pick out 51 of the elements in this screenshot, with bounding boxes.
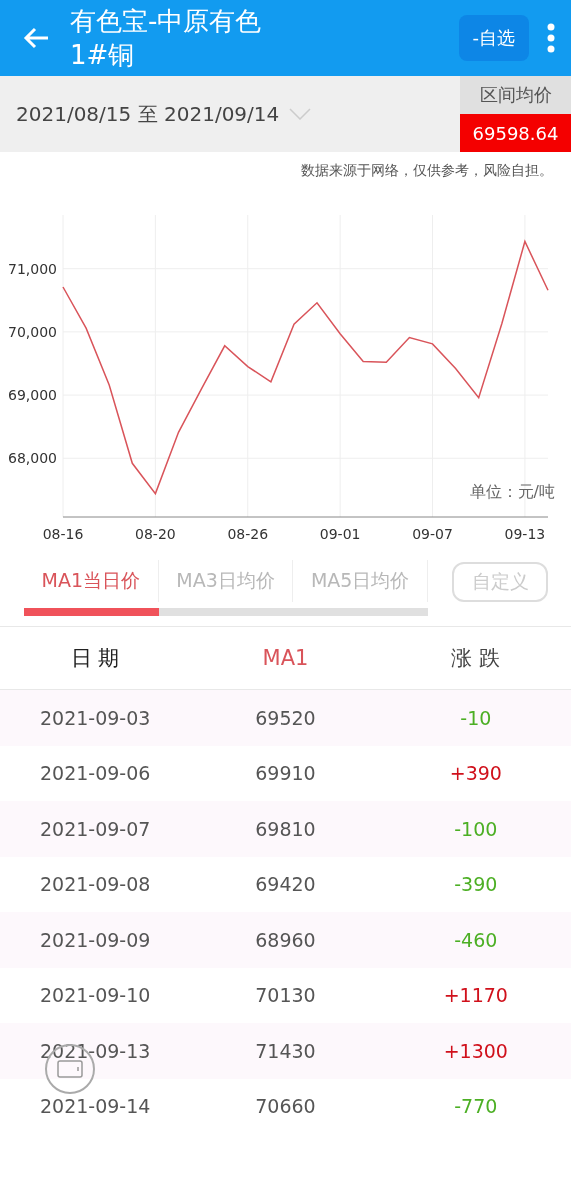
price-cell-text: 69910 [254, 762, 317, 785]
ma-tab[interactable]: MA5日均价 [293, 560, 428, 602]
x-tick-label: 09-07 [412, 526, 453, 542]
y-tick-label: 68,000 [8, 450, 57, 467]
price-cell-text: 70130 [254, 984, 317, 1007]
date-cell-text: 2021-09-14 [38, 1095, 152, 1118]
change-cell-text: -460 [453, 928, 499, 951]
date-cell-text: 2021-09-03 [38, 706, 152, 729]
column-header: 涨 跌 [450, 645, 502, 672]
column-header: 日 期 [69, 645, 121, 672]
date-range-selector[interactable]: 2021/08/15 至 2021/09/14 [0, 76, 460, 152]
tablet-icon [57, 1060, 83, 1078]
change-cell-text: -390 [453, 873, 499, 896]
price-cell-text: 71430 [254, 1039, 317, 1062]
x-tick-label: 08-26 [227, 526, 269, 542]
x-tick-label: 08-20 [135, 526, 176, 542]
change-cell-text: +1170 [442, 984, 509, 1007]
y-tick-label: 70,000 [8, 323, 57, 340]
date-cell-text: 2021-09-06 [38, 762, 152, 785]
price-cell-text: 68960 [254, 928, 317, 951]
date-cell-text: 2021-09-13 [38, 1039, 152, 1062]
page-title: 有色宝-中原有色 [70, 5, 263, 38]
unit-label: 单位：元/吨 [469, 482, 555, 503]
date-cell-text: 2021-09-10 [38, 984, 152, 1007]
change-cell-text: +1300 [442, 1039, 509, 1062]
x-tick-label: 09-01 [319, 526, 361, 542]
x-tick-label: 09-13 [504, 526, 546, 542]
back-arrow-icon [22, 26, 50, 50]
change-cell-text: -100 [453, 817, 499, 840]
column-header: MA1 [261, 646, 310, 670]
ma-tab[interactable]: MA1当日价 [24, 560, 159, 602]
change-cell-text: -10 [459, 706, 493, 729]
date-cell-text: 2021-09-09 [38, 928, 152, 951]
change-cell-text: -770 [453, 1095, 499, 1118]
ma-tab[interactable]: MA3日均价 [158, 560, 294, 602]
average-price-label: 区间均价 [460, 76, 571, 114]
date-cell-text: 2021-09-08 [38, 873, 152, 896]
page-subtitle: 1#铜 [70, 39, 136, 72]
average-price-value: 69598.64 [460, 114, 571, 152]
date-cell-text: 2021-09-07 [38, 817, 152, 840]
y-tick-label: 71,000 [8, 260, 57, 277]
chevron-down-icon [289, 108, 312, 120]
x-tick-label: 08-16 [42, 526, 84, 542]
watchlist-button[interactable]: -自选 [458, 15, 529, 61]
price-cell-text: 69520 [254, 706, 317, 729]
price-cell-text: 70660 [254, 1095, 317, 1118]
change-cell-text: +390 [448, 762, 503, 785]
disclaimer-text: 数据来源于网络，仅供参考，风险自担。 [301, 162, 553, 178]
price-cell-text: 69810 [254, 817, 317, 840]
y-tick-label: 69,000 [8, 387, 57, 404]
price-cell-text: 69420 [254, 873, 317, 896]
